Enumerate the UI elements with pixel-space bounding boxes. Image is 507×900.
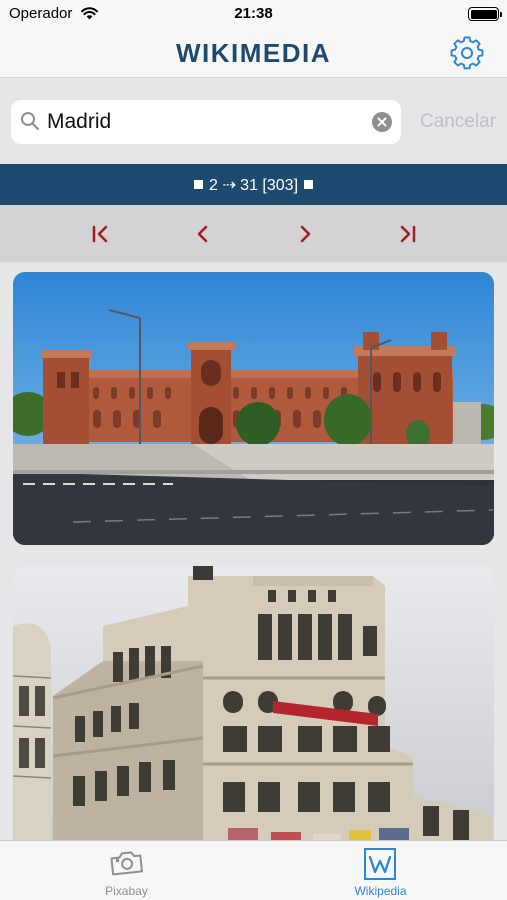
battery-icon — [468, 7, 502, 21]
tab-label: Pixabay — [105, 884, 148, 898]
clock: 21:38 — [234, 5, 273, 22]
tab-pixabay[interactable]: Pixabay — [0, 841, 253, 900]
status-bar: Operador 21:38 — [0, 0, 507, 28]
navigation-bar: WIKIMEDIA — [0, 28, 507, 78]
gear-icon[interactable] — [450, 36, 484, 70]
previous-page-icon[interactable] — [192, 223, 214, 245]
tab-wikipedia[interactable]: Wikipedia — [254, 841, 507, 900]
clear-search-icon[interactable] — [372, 112, 392, 132]
first-page-icon[interactable] — [90, 223, 112, 245]
square-icon — [304, 180, 314, 189]
search-icon — [21, 112, 40, 131]
image-results-list — [0, 262, 507, 840]
search-input[interactable] — [47, 109, 367, 135]
camera-icon — [110, 851, 143, 876]
page-title: WIKIMEDIA — [175, 38, 332, 68]
image-result-card[interactable] — [13, 272, 494, 545]
page-range-label: 2 ⇢ 31 [303] — [208, 177, 299, 194]
page-info-bar: 2 ⇢ 31 [303] — [0, 164, 507, 205]
image-result-card[interactable] — [13, 566, 494, 840]
cancel-button[interactable]: Cancelar — [420, 111, 496, 133]
wikipedia-icon — [364, 848, 396, 880]
bullring-photo — [13, 272, 494, 545]
next-page-icon[interactable] — [294, 223, 316, 245]
search-area: Cancelar — [0, 79, 507, 164]
tab-label: Wikipedia — [354, 884, 407, 898]
pagination-controls — [0, 205, 507, 262]
search-bar[interactable] — [11, 100, 401, 144]
tab-bar: Pixabay Wikipedia — [0, 840, 507, 900]
square-icon — [193, 180, 203, 189]
last-page-icon[interactable] — [396, 223, 418, 245]
building-photo — [13, 566, 494, 840]
